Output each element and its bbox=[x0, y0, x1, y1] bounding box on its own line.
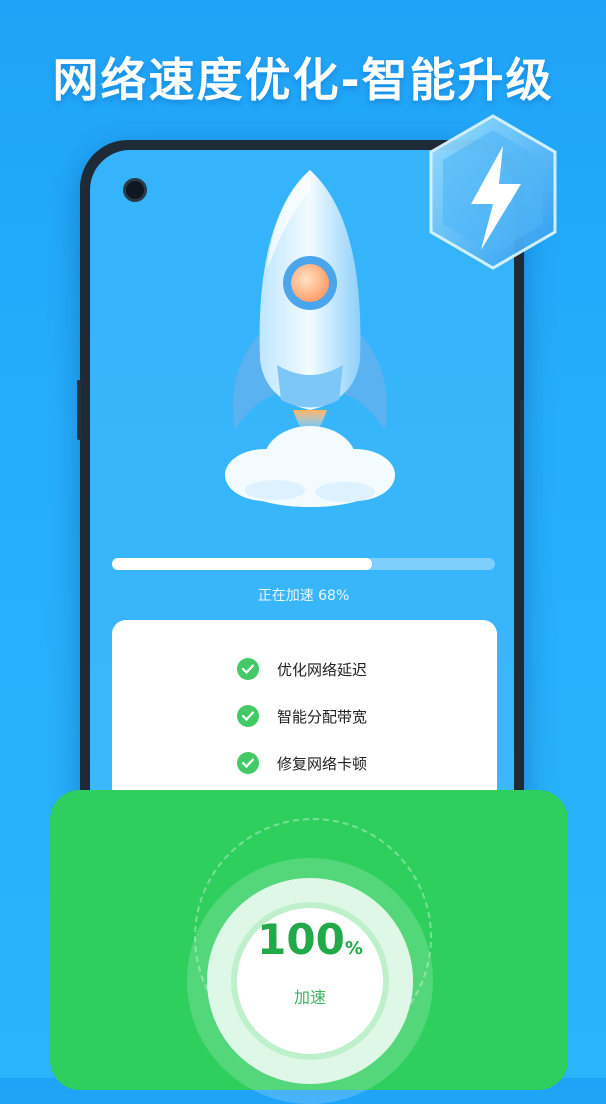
camera-icon bbox=[123, 178, 147, 202]
progress-bar-fill bbox=[112, 558, 373, 570]
headline: 网络速度优化-智能升级 bbox=[52, 53, 554, 107]
check-icon bbox=[237, 752, 259, 774]
checklist-item: 智能分配带宽 bbox=[237, 702, 367, 730]
result-label: 加速 bbox=[293, 988, 326, 1007]
check-icon bbox=[237, 658, 259, 680]
checklist-label: 修复网络卡顿 bbox=[277, 754, 368, 773]
checklist-item: 优化网络延迟 bbox=[237, 655, 367, 683]
checklist-item: 修复网络卡顿 bbox=[237, 749, 367, 777]
checklist-label: 智能分配带宽 bbox=[277, 707, 368, 726]
phone-side-button bbox=[520, 400, 524, 480]
phone-side-button bbox=[77, 380, 81, 440]
progress-label: 正在加速 68% bbox=[257, 588, 350, 604]
result-percent-value: 100 bbox=[257, 915, 345, 964]
checklist-label: 优化网络延迟 bbox=[277, 660, 368, 679]
rocket-icon bbox=[215, 160, 405, 520]
result-percent-unit: % bbox=[344, 938, 363, 959]
progress-bar bbox=[112, 558, 495, 570]
lightning-bolt-icon bbox=[423, 112, 563, 282]
check-icon bbox=[237, 705, 259, 727]
result-percent: 100% bbox=[231, 915, 389, 964]
